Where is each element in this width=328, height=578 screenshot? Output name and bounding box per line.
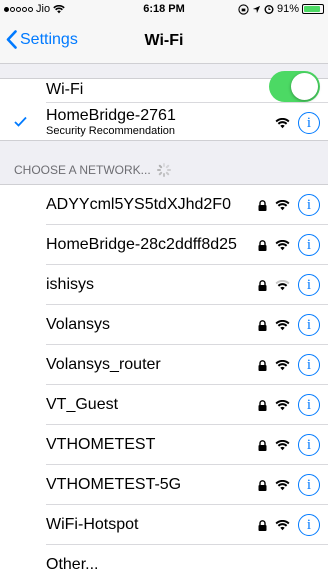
page-title: Wi-Fi [144, 32, 184, 49]
network-name: ishisys [46, 276, 95, 293]
lock-icon [258, 279, 267, 291]
info-icon[interactable]: i [298, 434, 320, 456]
wifi-switch[interactable] [269, 71, 320, 102]
info-icon[interactable]: i [298, 234, 320, 256]
lock-icon [258, 439, 267, 451]
network-name: VTHOMETEST [46, 436, 156, 453]
info-icon[interactable]: i [298, 194, 320, 216]
top-group: Wi-Fi HomeBridge-2761 Security Recommend… [0, 71, 328, 142]
location-icon [252, 5, 261, 13]
checkmark-icon [14, 116, 27, 127]
wifi-signal-icon [275, 359, 290, 370]
wifi-label: Wi-Fi [46, 81, 84, 98]
wifi-signal-icon [275, 319, 290, 330]
network-icons: i [258, 434, 320, 456]
lock-icon [258, 479, 267, 491]
alarm-icon [264, 5, 274, 14]
network-row[interactable]: VTHOMETEST i [0, 425, 328, 465]
navigation-bar: Settings Wi-Fi [0, 19, 328, 64]
network-row[interactable]: Volansys i [0, 305, 328, 345]
wifi-signal-icon [275, 479, 290, 490]
info-icon[interactable]: i [298, 354, 320, 376]
section-header-label: CHOOSE A NETWORK... [14, 163, 151, 177]
network-name: VTHOMETEST-5G [46, 476, 182, 493]
network-row[interactable]: ADYYcml5YS5tdXJhd2F0 i [0, 185, 328, 225]
toggle-row: Wi-Fi [0, 71, 328, 103]
section-header: CHOOSE A NETWORK... [14, 163, 171, 177]
connected-network-row[interactable]: HomeBridge-2761 Security Recommendation … [0, 102, 328, 142]
info-icon[interactable]: i [298, 274, 320, 296]
network-icons: i [258, 354, 320, 376]
network-name: Volansys_router [46, 356, 161, 373]
other-network-row[interactable]: Other... [0, 545, 328, 578]
other-network-label: Other... [46, 556, 99, 573]
battery-percent: 91% [276, 3, 299, 15]
lock-icon [258, 399, 267, 411]
lock-icon [258, 519, 267, 531]
lock-icon [258, 359, 267, 371]
info-icon[interactable]: i [298, 474, 320, 496]
info-icon[interactable]: i [298, 314, 320, 336]
wifi-signal-icon [275, 519, 290, 530]
info-icon[interactable]: i [298, 514, 320, 536]
wifi-signal-icon [275, 239, 290, 250]
network-row[interactable]: VTHOMETEST-5G i [0, 465, 328, 505]
network-name: VT_Guest [46, 396, 119, 413]
network-name: WiFi-Hotspot [46, 516, 139, 533]
connected-network-subtitle: Security Recommendation [46, 125, 176, 137]
network-row[interactable]: VT_Guest i [0, 385, 328, 425]
network-row[interactable]: HomeBridge-28c2ddff8d25 i [0, 225, 328, 265]
wifi-signal-icon [275, 117, 290, 128]
network-name: Volansys [46, 316, 111, 333]
wifi-signal-icon [275, 439, 290, 450]
wifi-signal-icon [275, 399, 290, 410]
network-row[interactable]: ishisys i [0, 265, 328, 305]
network-row[interactable]: Volansys_router i [0, 345, 328, 385]
loading-spinner-icon [156, 163, 171, 177]
lock-icon [258, 319, 267, 331]
rotation-lock-icon [238, 3, 249, 15]
network-list: ADYYcml5YS5tdXJhd2F0 i HomeBridge-28c2ddff… [0, 184, 328, 578]
network-icons: i [258, 474, 320, 496]
network-icons: i [258, 314, 320, 336]
status-bar: Jio 6:18 PM 91% [0, 0, 328, 19]
network-icons: i [258, 234, 320, 256]
network-row[interactable]: WiFi-Hotspot i [0, 505, 328, 545]
info-icon[interactable]: i [298, 112, 320, 134]
connected-network-name: HomeBridge-2761 [46, 107, 176, 124]
connected-network-icons: i [275, 112, 320, 134]
network-icons: i [258, 194, 320, 216]
network-icons: i [258, 514, 320, 536]
info-icon[interactable]: i [298, 394, 320, 416]
lock-icon [258, 239, 267, 251]
battery-icon [302, 4, 324, 14]
wifi-signal-icon [275, 199, 290, 210]
network-name: ADYYcml5YS5tdXJhd2F0 [46, 196, 231, 213]
network-icons: i [258, 274, 320, 296]
lock-icon [258, 199, 267, 211]
status-right: 91% [238, 3, 324, 15]
wifi-signal-icon [275, 279, 290, 290]
network-name: HomeBridge-28c2ddff8d25 [46, 236, 237, 253]
network-icons: i [258, 394, 320, 416]
